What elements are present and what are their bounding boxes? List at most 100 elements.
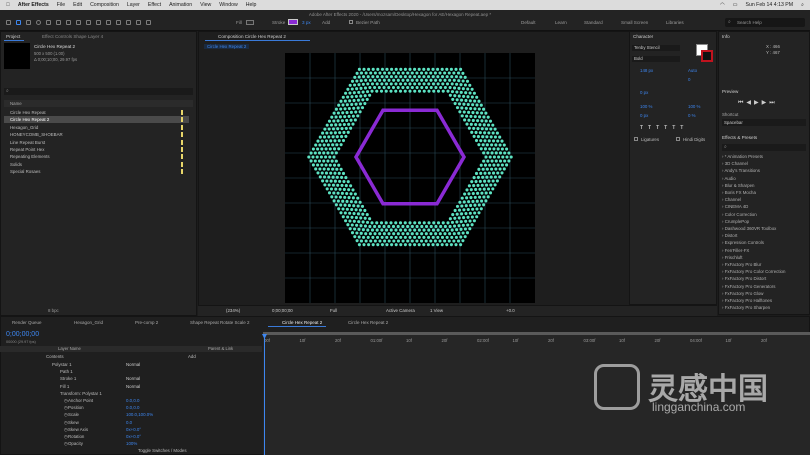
selection-tool-icon[interactable] — [16, 20, 21, 25]
project-item[interactable]: Special Rosaes — [4, 168, 189, 175]
app-menu[interactable]: After Effects — [18, 2, 49, 8]
stopwatch-icon[interactable]: ◷ — [64, 411, 68, 418]
stopwatch-icon[interactable]: ◷ — [64, 397, 68, 404]
stopwatch-icon[interactable]: ◷ — [64, 440, 68, 447]
menu-view[interactable]: View — [200, 2, 211, 8]
tab-effects-presets[interactable]: Effects & Presets — [722, 135, 757, 140]
stopwatch-icon[interactable]: ◷ — [64, 426, 68, 433]
workspace-libraries[interactable]: Libraries — [666, 20, 684, 25]
property-row[interactable]: Scale — [68, 411, 79, 418]
clock[interactable]: Sun Feb 14 4:13 PM — [746, 2, 794, 9]
workspace-standard[interactable]: Standard — [584, 20, 603, 25]
property-row[interactable]: Rotation — [68, 433, 84, 440]
wifi-icon[interactable]: ◠ — [720, 2, 725, 9]
shortcut-select[interactable]: Spacebar — [722, 119, 806, 126]
property-value[interactable]: 0.0 — [126, 419, 132, 426]
property-row[interactable]: Transform: Polystar 1 — [60, 390, 102, 397]
zoom-level[interactable]: (234%) — [226, 308, 240, 313]
type-tool-icon[interactable] — [96, 20, 101, 25]
project-item[interactable]: Solids — [4, 161, 189, 168]
comp-subtab[interactable]: Circle Hex Repeat 2 — [204, 44, 250, 49]
property-row[interactable]: Polystar 1 — [52, 361, 72, 368]
workspace-small-screen[interactable]: Small Screen — [621, 20, 648, 25]
playhead[interactable] — [264, 336, 265, 455]
pen-tool-icon[interactable] — [86, 20, 91, 25]
leading-value[interactable]: Auto — [688, 68, 697, 73]
hand-tool-icon[interactable] — [26, 20, 31, 25]
bezier-path-label[interactable]: Bezier Path — [356, 20, 380, 25]
zoom-tool-icon[interactable] — [36, 20, 41, 25]
bpc-label[interactable]: 8 bpc — [48, 308, 59, 313]
contents-group[interactable]: Contents — [46, 353, 64, 360]
effect-category[interactable]: › CrumplePop — [722, 218, 749, 225]
stopwatch-icon[interactable]: ◷ — [64, 433, 68, 440]
property-row[interactable]: Skew Axis — [68, 426, 88, 433]
stopwatch-icon[interactable]: ◷ — [64, 404, 68, 411]
tab-info[interactable]: Info — [722, 34, 730, 39]
property-row[interactable]: Opacity — [68, 440, 83, 447]
effect-category[interactable]: › Audio — [722, 175, 736, 182]
baseline-shift[interactable]: 0 px — [640, 113, 648, 118]
camera-tool-icon[interactable] — [56, 20, 61, 25]
property-row[interactable]: Fill 1 — [60, 383, 69, 390]
property-row[interactable]: Anchor Point — [68, 397, 93, 404]
menu-layer[interactable]: Layer — [127, 2, 140, 8]
label-color-swatch[interactable] — [181, 169, 183, 175]
viewer-timecode[interactable]: 0;00;00;00 — [272, 308, 293, 313]
home-icon[interactable] — [6, 20, 11, 25]
timeline-timecode[interactable]: 0;00;00;00 — [6, 331, 39, 338]
effect-category[interactable]: › FxFactory Pro Distort — [722, 275, 766, 282]
tracking-value[interactable]: 0 — [688, 77, 690, 82]
property-row[interactable]: Skew — [68, 419, 79, 426]
property-value[interactable]: 0x+0.0° — [126, 426, 141, 433]
label-color-swatch[interactable] — [181, 139, 183, 145]
effect-category[interactable]: › Boris FX Mocha — [722, 189, 756, 196]
tab-project[interactable]: Project — [6, 34, 20, 39]
stroke-width-char[interactable]: 0 px — [640, 90, 648, 95]
effect-category[interactable]: › Expression Controls — [722, 239, 764, 246]
horizontal-scale[interactable]: 100 % — [688, 104, 700, 109]
project-item[interactable]: HONEYCOMB_SHOEBAR — [4, 131, 189, 138]
effect-category[interactable]: › FxFactory Pro Blur — [722, 261, 761, 268]
timeline-tab[interactable]: Circle Hex Repeat 2 — [348, 320, 388, 325]
tab-character[interactable]: Character — [633, 34, 653, 39]
label-color-swatch[interactable] — [181, 110, 183, 115]
effect-category[interactable]: › FxFactory Pro Halftones — [722, 297, 772, 304]
property-value[interactable]: Normal — [126, 383, 140, 390]
brush-tool-icon[interactable] — [106, 20, 111, 25]
menu-effect[interactable]: Effect — [148, 2, 161, 8]
resolution-select[interactable]: Full — [330, 308, 337, 313]
timeline-tab[interactable]: Render Queue — [12, 320, 42, 325]
timeline-tab[interactable]: Circle Hex Repeat 2 — [282, 320, 322, 325]
effect-category[interactable]: › Channel — [722, 196, 741, 203]
font-family-select[interactable]: Tenby Stencil — [632, 45, 680, 51]
project-item[interactable]: Repeating Elements — [4, 153, 189, 160]
timeline-tab[interactable]: Shape Repeat Rotate Scale 2 — [190, 320, 250, 325]
effect-category[interactable]: › FxFactory Pro Color Correction — [722, 268, 785, 275]
stroke-swatch[interactable] — [288, 19, 298, 25]
project-item[interactable]: Circle Hex Repeat — [4, 109, 189, 116]
fill-swatch[interactable] — [246, 20, 254, 25]
effect-category[interactable]: › Blur & Sharpen — [722, 182, 754, 189]
project-item[interactable]: Line Repeat Burst — [4, 139, 189, 146]
effect-category[interactable]: › Distort — [722, 232, 737, 239]
menu-animation[interactable]: Animation — [169, 2, 192, 8]
label-color-swatch[interactable] — [181, 154, 183, 160]
view-layout-select[interactable]: 1 View — [430, 308, 443, 313]
eraser-tool-icon[interactable] — [126, 20, 131, 25]
effect-category[interactable]: › FxFactory Pro Sharpen — [722, 304, 770, 311]
effect-category[interactable]: › FxFactory Pro Glow — [722, 290, 763, 297]
camera-select[interactable]: Active Camera — [386, 308, 415, 313]
property-value[interactable]: Normal — [126, 375, 140, 382]
work-area-bar[interactable] — [263, 332, 810, 335]
font-size-value[interactable]: 148 px — [640, 68, 653, 73]
preview-controls[interactable]: ⏮◀▶▶⏭ — [738, 99, 778, 107]
bezier-checkbox[interactable] — [349, 20, 353, 24]
roto-brush-icon[interactable] — [136, 20, 141, 25]
toggle-switches-modes[interactable]: Toggle Switches / Modes — [138, 448, 187, 453]
property-value[interactable]: 100% — [126, 440, 137, 447]
property-row[interactable]: Position — [68, 404, 84, 411]
effect-category[interactable]: › FxFactory Pro Generators — [722, 283, 775, 290]
add-menu[interactable]: Add — [188, 353, 196, 360]
effects-search-input[interactable]: ⌕ — [722, 144, 806, 151]
